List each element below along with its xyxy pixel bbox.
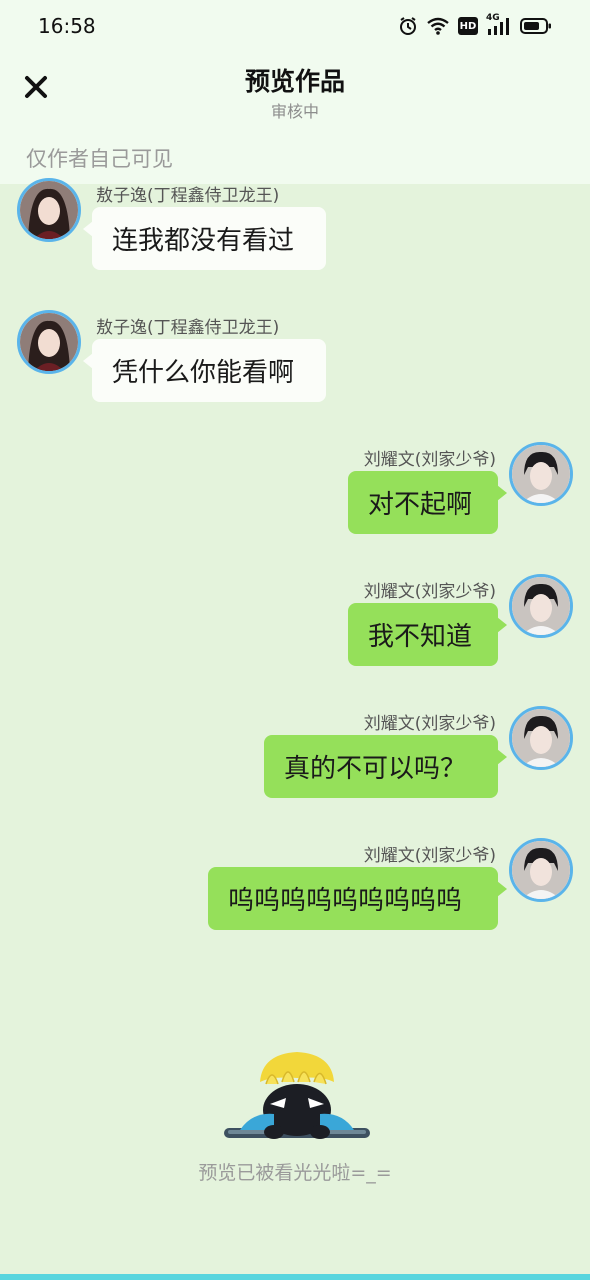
sender-name: 敖子逸(丁程鑫侍卫龙王) xyxy=(96,186,280,206)
hd-icon: HD xyxy=(458,17,478,35)
end-of-preview-text: 预览已被看光光啦=_= xyxy=(198,1162,392,1184)
message-bubble[interactable]: 连我都没有看过 xyxy=(83,207,326,270)
status-time: 16:58 xyxy=(38,14,96,38)
sender-name: 刘耀文(刘家少爷) xyxy=(363,846,496,866)
signal-4g-icon: 4G xyxy=(486,13,512,36)
avatar[interactable] xyxy=(509,442,573,506)
sender-name: 刘耀文(刘家少爷) xyxy=(363,450,496,470)
review-status: 审核中 xyxy=(270,102,319,121)
avatar[interactable] xyxy=(17,310,81,374)
avatar[interactable] xyxy=(509,838,573,902)
avatar[interactable] xyxy=(17,178,81,242)
header: 预览作品 审核中 xyxy=(0,52,590,132)
chat-area[interactable]: 敖子逸(丁程鑫侍卫龙王) 连我都没有看过 敖子逸(丁程鑫侍卫龙王) 凭什么你能看… xyxy=(0,178,590,1274)
bottom-accent-bar xyxy=(0,1274,590,1280)
alarm-icon xyxy=(398,16,418,36)
status-bar: 16:58 HD 4G xyxy=(0,0,590,52)
message-bubble[interactable]: 对不起啊 xyxy=(348,471,507,534)
avatar[interactable] xyxy=(509,574,573,638)
sender-name: 敖子逸(丁程鑫侍卫龙王) xyxy=(96,318,280,338)
message-bubble[interactable]: 凭什么你能看啊 xyxy=(83,339,326,402)
page-title: 预览作品 xyxy=(244,67,345,96)
visibility-note: 仅作者自己可见 xyxy=(0,132,590,184)
battery-icon xyxy=(520,17,552,35)
mascot-illustration xyxy=(222,1046,372,1146)
message-bubble[interactable]: 真的不可以吗？ xyxy=(264,735,507,798)
avatar[interactable] xyxy=(509,706,573,770)
message-bubble[interactable]: 呜呜呜呜呜呜呜呜呜 xyxy=(208,867,507,930)
message-bubble[interactable]: 我不知道 xyxy=(348,603,507,666)
sender-name: 刘耀文(刘家少爷) xyxy=(363,582,496,602)
sender-name: 刘耀文(刘家少爷) xyxy=(363,714,496,734)
wifi-icon xyxy=(426,16,450,36)
status-icons: HD 4G xyxy=(398,13,552,36)
